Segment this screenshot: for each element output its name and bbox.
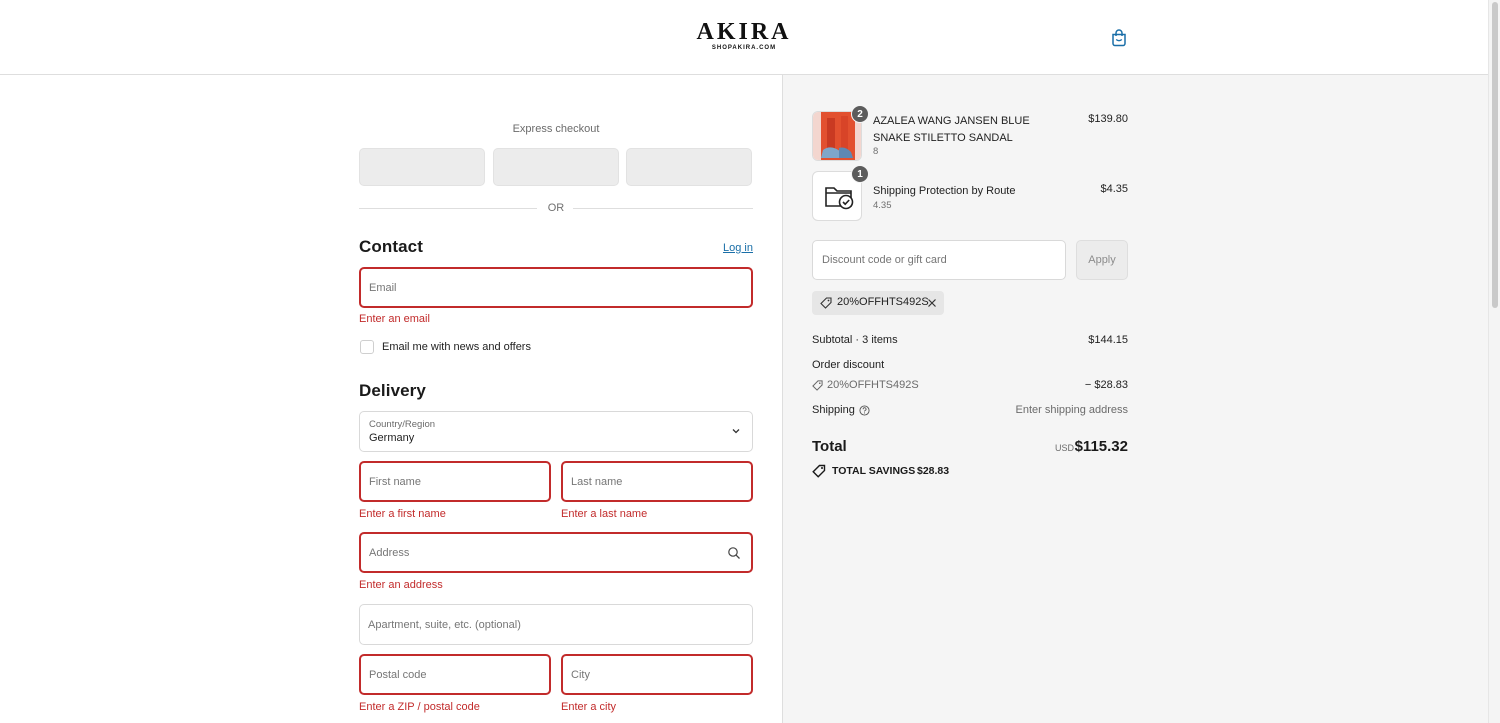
divider-line-right <box>573 208 753 209</box>
item-variant: 4.35 <box>873 200 892 211</box>
subtotal-value: $144.15 <box>1088 334 1128 346</box>
logo-wordmark: AKIRA <box>696 19 792 45</box>
search-icon[interactable] <box>727 546 741 560</box>
address-input[interactable] <box>369 534 743 571</box>
order-discount-value: − $28.83 <box>1084 379 1128 391</box>
item-variant: 8 <box>873 146 879 157</box>
contact-title: Contact <box>359 237 423 256</box>
shipping-label: Shipping <box>812 404 855 416</box>
last-name-input[interactable] <box>571 463 743 500</box>
total-label: Total <box>812 438 847 455</box>
item-price: $139.80 <box>1088 113 1128 125</box>
page-scrollbar[interactable] <box>1488 0 1500 723</box>
city-field[interactable] <box>561 654 753 695</box>
apply-discount-button[interactable]: Apply <box>1076 240 1128 280</box>
express-pay-button-3[interactable] <box>626 148 752 186</box>
first-name-error: Enter a first name <box>359 508 446 520</box>
tag-icon <box>812 380 823 391</box>
address-field[interactable] <box>359 532 753 573</box>
shipping-value: Enter shipping address <box>1015 404 1128 416</box>
total-currency: USD <box>1054 443 1074 453</box>
tag-icon <box>812 464 826 478</box>
line-item: 2 AZALEA WANG JANSEN BLUE SNAKE STILETTO… <box>812 105 1128 161</box>
newsletter-label: Email me with news and offers <box>382 341 531 353</box>
total-value: $115.32 <box>1074 438 1128 455</box>
email-field[interactable] <box>359 267 753 308</box>
line-item: 1 Shipping Protection by Route 4.35 $4.3… <box>812 165 1128 221</box>
country-value: Germany <box>369 432 415 444</box>
help-circle-icon[interactable] <box>859 405 870 416</box>
discount-code-field[interactable] <box>812 240 1066 280</box>
order-discount-label: Order discount <box>812 359 885 371</box>
tag-icon <box>820 297 832 309</box>
delivery-title: Delivery <box>359 381 426 400</box>
postal-code-field[interactable] <box>359 654 551 695</box>
email-input[interactable] <box>369 269 743 306</box>
apartment-input[interactable] <box>368 605 744 644</box>
item-name: Shipping Protection by Route <box>873 185 1016 197</box>
first-name-field[interactable] <box>359 461 551 502</box>
apartment-field[interactable] <box>359 604 753 645</box>
last-name-error: Enter a last name <box>561 508 648 520</box>
total-savings-label: TOTAL SAVINGS <box>832 465 916 477</box>
order-discount-code: 20%OFFHTS492S <box>827 379 919 391</box>
discount-code-input[interactable] <box>822 241 1058 279</box>
newsletter-checkbox[interactable] <box>360 340 374 354</box>
city-error: Enter a city <box>561 701 617 713</box>
country-label: Country/Region <box>369 419 436 430</box>
applied-discount-chip: 20%OFFHTS492S <box>812 291 944 315</box>
login-link[interactable]: Log in <box>723 242 753 254</box>
country-select[interactable]: Country/Region Germany <box>359 411 753 452</box>
quantity-badge: 2 <box>851 105 869 123</box>
item-price: $4.35 <box>1100 183 1128 195</box>
brand-logo[interactable]: AKIRA SHOPAKIRA.COM <box>693 20 795 52</box>
scrollbar-thumb[interactable] <box>1492 2 1498 308</box>
express-pay-button-1[interactable] <box>359 148 485 186</box>
item-name: AZALEA WANG JANSEN BLUE SNAKE STILETTO S… <box>873 115 1030 144</box>
last-name-field[interactable] <box>561 461 753 502</box>
postal-code-error: Enter a ZIP / postal code <box>359 701 480 713</box>
express-checkout-title: Express checkout <box>512 123 600 135</box>
close-icon[interactable] <box>926 297 938 309</box>
postal-code-input[interactable] <box>369 656 541 693</box>
first-name-input[interactable] <box>369 463 541 500</box>
subtotal-label: Subtotal · 3 items <box>812 334 898 346</box>
total-savings-value: $28.83 <box>917 465 950 477</box>
email-error: Enter an email <box>359 313 430 325</box>
or-divider: OR <box>359 201 753 215</box>
quantity-badge: 1 <box>851 165 869 183</box>
applied-discount-code: 20%OFFHTS492S <box>837 296 929 308</box>
header: AKIRA SHOPAKIRA.COM <box>0 0 1488 75</box>
chevron-down-icon <box>732 429 740 434</box>
shopping-bag-icon[interactable] <box>1109 28 1129 48</box>
express-pay-button-2[interactable] <box>493 148 619 186</box>
address-error: Enter an address <box>359 579 443 591</box>
city-input[interactable] <box>571 656 743 693</box>
logo-domain: SHOPAKIRA.COM <box>711 45 777 51</box>
